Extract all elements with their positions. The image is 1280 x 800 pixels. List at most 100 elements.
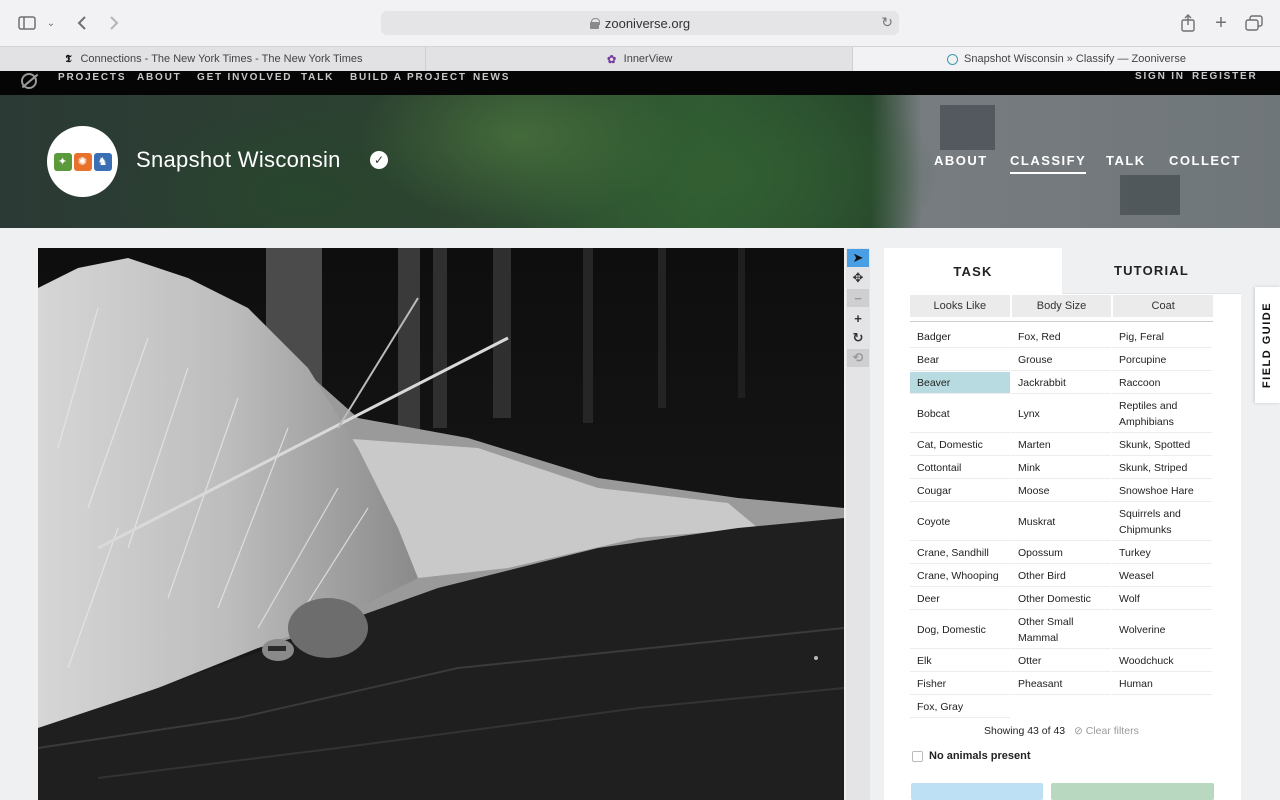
done-and-talk-button[interactable]	[911, 783, 1043, 800]
species-option[interactable]: Lynx	[1011, 395, 1111, 433]
sidebar-toggle-icon[interactable]	[18, 11, 36, 35]
showing-count: Showing 43 of 43	[984, 725, 1066, 737]
nav-about[interactable]: ABOUT	[137, 72, 182, 83]
species-option[interactable]: Crane, Sandhill	[910, 542, 1010, 564]
species-option[interactable]: Grouse	[1011, 349, 1111, 371]
clear-filters-label: Clear filters	[1085, 725, 1139, 737]
register-link[interactable]: REGISTER	[1192, 71, 1258, 82]
sign-in-link[interactable]: SIGN IN	[1135, 71, 1185, 82]
new-tab-icon[interactable]: +	[1212, 11, 1230, 35]
leaf-icon: ✦	[53, 152, 72, 171]
species-option[interactable]: Porcupine	[1112, 349, 1212, 371]
nav-news[interactable]: NEWS	[473, 72, 510, 83]
species-option[interactable]: Deer	[910, 588, 1010, 610]
reset-icon[interactable]: ⟲	[847, 349, 869, 367]
species-option[interactable]: Fisher	[910, 673, 1010, 695]
trail-camera-photo	[38, 248, 844, 800]
zoom-in-icon[interactable]: +	[847, 309, 869, 327]
species-option[interactable]: Bear	[910, 349, 1010, 371]
tab-zooniverse[interactable]: Snapshot Wisconsin » Classify — Zooniver…	[853, 47, 1280, 71]
species-option[interactable]: Moose	[1011, 480, 1111, 502]
pointer-icon[interactable]: ➤	[847, 249, 869, 267]
filter-coat[interactable]: Coat	[1113, 295, 1214, 317]
lock-icon	[589, 18, 600, 29]
species-option[interactable]: Cat, Domestic	[910, 434, 1010, 456]
species-option[interactable]: Cottontail	[910, 457, 1010, 479]
tab-label: Connections - The New York Times - The N…	[80, 53, 363, 65]
species-option[interactable]: Squirrels and Chipmunks	[1112, 503, 1212, 541]
species-option[interactable]: Pheasant	[1011, 673, 1111, 695]
species-option[interactable]: Jackrabbit	[1011, 372, 1111, 394]
tab-tutorial[interactable]: TUTORIAL	[1062, 248, 1241, 294]
species-option[interactable]: Muskrat	[1011, 503, 1111, 541]
project-nav-classify[interactable]: CLASSIFY	[1010, 153, 1087, 174]
species-option[interactable]: Badger	[910, 326, 1010, 348]
species-option[interactable]: Elk	[910, 650, 1010, 672]
sun-icon: ✺	[73, 152, 92, 171]
species-option[interactable]: Coyote	[910, 503, 1010, 541]
project-header: ✦ ✺ ♞ Snapshot Wisconsin ✓ ABOUT CLASSIF…	[0, 95, 1280, 228]
species-option[interactable]: Woodchuck	[1112, 650, 1212, 672]
project-nav-about[interactable]: ABOUT	[934, 153, 988, 168]
share-icon[interactable]	[1180, 11, 1196, 35]
species-option[interactable]: Other Small Mammal	[1011, 611, 1111, 649]
background-window	[940, 105, 995, 150]
background-window	[1120, 175, 1180, 215]
species-option[interactable]: Bobcat	[910, 395, 1010, 433]
address-bar[interactable]: zooniverse.org ↻	[381, 11, 899, 35]
chevron-down-icon[interactable]: ⌄	[45, 11, 57, 35]
filter-looks-like[interactable]: Looks Like	[910, 295, 1010, 317]
tab-innerview[interactable]: ✿ InnerView	[426, 47, 853, 71]
project-nav-talk[interactable]: TALK	[1106, 153, 1146, 168]
species-option[interactable]: Otter	[1011, 650, 1111, 672]
forward-icon[interactable]	[106, 11, 122, 35]
species-option[interactable]: Weasel	[1112, 565, 1212, 587]
species-option[interactable]: Skunk, Spotted	[1112, 434, 1212, 456]
zooniverse-logo-icon[interactable]	[21, 73, 37, 89]
species-option[interactable]: Other Bird	[1011, 565, 1111, 587]
species-option[interactable]: Human	[1112, 673, 1212, 695]
species-option[interactable]: Cougar	[910, 480, 1010, 502]
species-option[interactable]: Wolverine	[1112, 611, 1212, 649]
rotate-icon[interactable]: ↻	[847, 329, 869, 347]
species-option[interactable]: Crane, Whooping	[910, 565, 1010, 587]
species-option[interactable]: Skunk, Striped	[1112, 457, 1212, 479]
species-option[interactable]: Raccoon	[1112, 372, 1212, 394]
species-option[interactable]: Fox, Red	[1011, 326, 1111, 348]
species-option[interactable]: Beaver	[910, 372, 1010, 394]
species-option[interactable]: Wolf	[1112, 588, 1212, 610]
nav-projects[interactable]: PROJECTS	[58, 72, 126, 83]
project-title[interactable]: Snapshot Wisconsin	[136, 147, 341, 173]
subject-image[interactable]	[38, 248, 844, 800]
species-option[interactable]: Fox, Gray	[910, 696, 1010, 718]
back-icon[interactable]	[74, 11, 90, 35]
nav-build-a-project[interactable]: BUILD A PROJECT	[350, 72, 467, 83]
nav-talk[interactable]: TALK	[301, 72, 334, 83]
species-option[interactable]: Marten	[1011, 434, 1111, 456]
tab-nyt[interactable]: 𝕿 Connections - The New York Times - The…	[0, 47, 426, 71]
tab-overview-icon[interactable]	[1245, 11, 1263, 35]
reload-icon[interactable]: ↻	[881, 14, 893, 31]
done-button[interactable]	[1051, 783, 1214, 800]
viewer-toolbar: ➤ ✥ − + ↻ ⟲	[846, 248, 870, 800]
field-guide-tab[interactable]: FIELD GUIDE	[1255, 287, 1280, 403]
species-option[interactable]: Dog, Domestic	[910, 611, 1010, 649]
species-option[interactable]: Turkey	[1112, 542, 1212, 564]
zooniverse-icon	[947, 53, 959, 65]
species-option[interactable]: Other Domestic	[1011, 588, 1111, 610]
project-avatar[interactable]: ✦ ✺ ♞	[47, 126, 118, 197]
species-option[interactable]: Snowshoe Hare	[1112, 480, 1212, 502]
zoom-out-icon[interactable]: −	[847, 289, 869, 307]
clear-filters-button[interactable]: ⊘ Clear filters	[1074, 725, 1139, 737]
filter-body-size[interactable]: Body Size	[1011, 295, 1112, 317]
species-option[interactable]: Reptiles and Amphibians	[1112, 395, 1212, 433]
species-option[interactable]: Pig, Feral	[1112, 326, 1212, 348]
no-animals-checkbox[interactable]	[912, 750, 923, 762]
move-icon[interactable]: ✥	[847, 269, 869, 287]
species-option[interactable]: Opossum	[1011, 542, 1111, 564]
nav-get-involved[interactable]: GET INVOLVED	[197, 72, 292, 83]
tab-task[interactable]: TASK	[884, 248, 1062, 294]
project-nav-collect[interactable]: COLLECT	[1169, 153, 1241, 168]
species-option[interactable]: Mink	[1011, 457, 1111, 479]
no-animals-option[interactable]: No animals present	[912, 750, 1030, 762]
